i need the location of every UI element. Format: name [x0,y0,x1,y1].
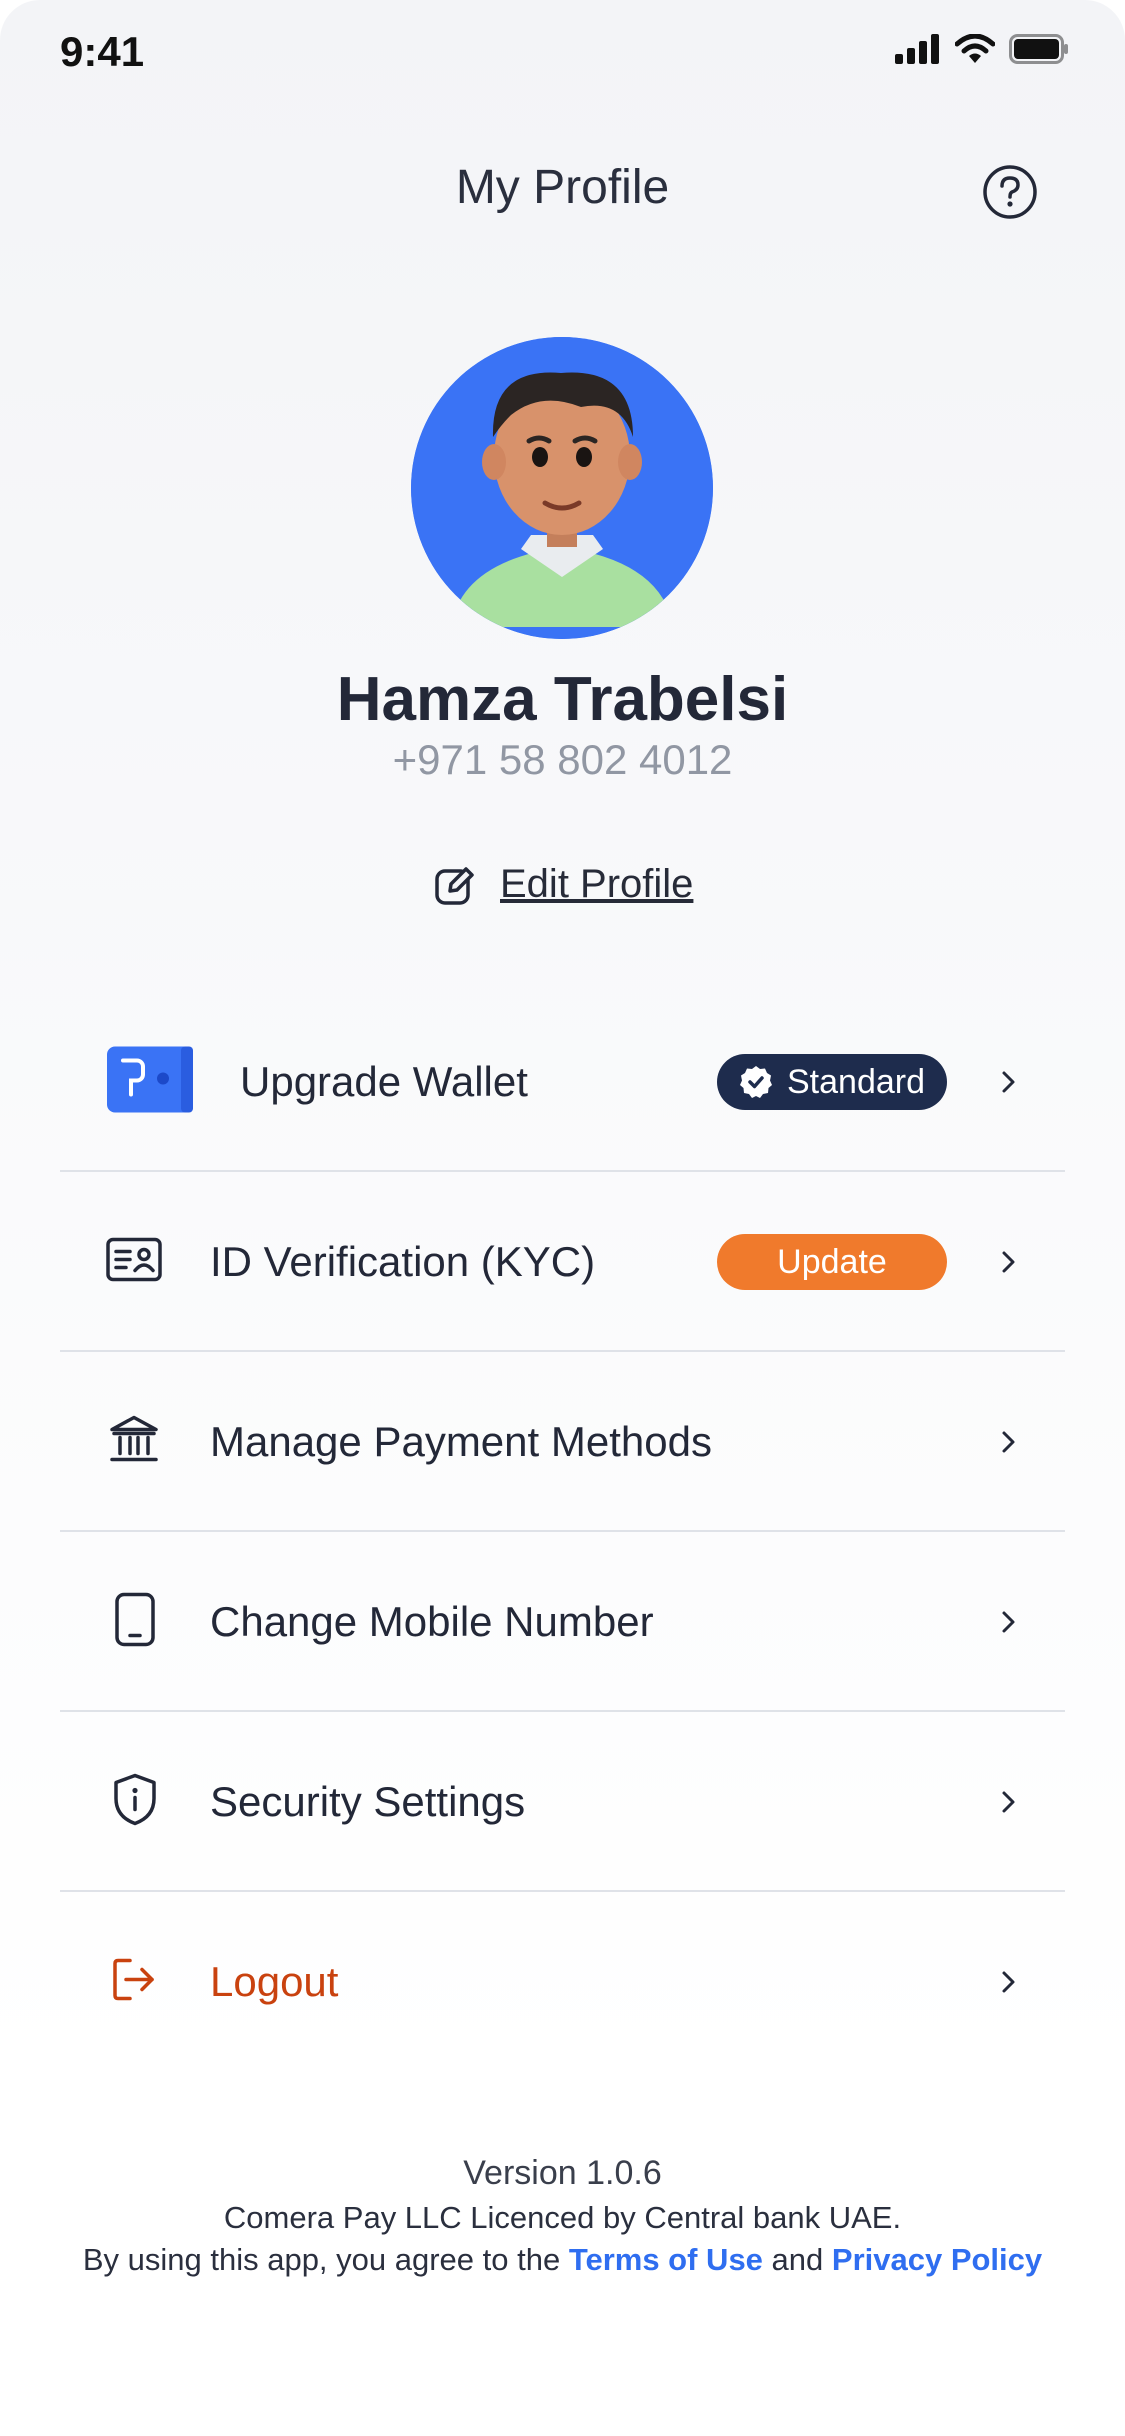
status-icons [895,34,1069,64]
agree-prefix: By using this app, you agree to the [82,2242,569,2277]
menu-item-label: Change Mobile Number [210,1598,654,1645]
menu-item-id-verification[interactable]: ID Verification (KYC) Update [60,1172,1065,1352]
menu-item-label: Logout [210,1958,339,2005]
avatar-illustration [411,337,713,639]
menu-item-upgrade-wallet[interactable]: Upgrade Wallet Standard [60,992,1065,1172]
avatar [411,337,713,639]
menu-item-label: Security Settings [210,1778,526,1825]
edit-icon [435,866,474,905]
status-time: 9:41 [60,28,145,75]
id-card-icon [106,1237,162,1287]
edit-profile-button[interactable]: Edit Profile [434,862,693,907]
and-text: and [762,2242,832,2277]
shield-info-icon [112,1773,158,1832]
menu-item-label: Manage Payment Methods [210,1418,712,1465]
profile-phone: +971 58 802 4012 [392,736,733,783]
badge-label: Update [777,1242,887,1281]
wallet-tier-badge: Standard [717,1054,947,1110]
verified-check-icon [740,1066,772,1098]
status-bar: 9:41 [0,0,1125,110]
badge-label: Standard [787,1062,925,1101]
chevron-right-icon [1002,1971,1015,1993]
terms-of-use-link[interactable]: Terms of Use [569,2242,763,2277]
help-button[interactable] [982,164,1038,220]
terms-agreement: By using this app, you agree to the Term… [0,2242,1125,2278]
chevron-right-icon [1002,1611,1015,1633]
kyc-status-badge: Update [717,1234,947,1290]
chevron-right-icon [1002,1431,1015,1453]
profile-screen: 9:41 My Profile Hamza Trabelsi +971 58 8… [0,0,1125,2436]
chevron-right-icon [1002,1071,1015,1093]
menu-item-change-mobile[interactable]: Change Mobile Number [60,1532,1065,1712]
cellular-signal-icon [895,34,939,64]
menu-item-label: ID Verification (KYC) [210,1238,596,1285]
menu-item-security-settings[interactable]: Security Settings [60,1712,1065,1892]
page-title: My Profile [455,161,670,214]
wifi-icon [955,34,995,63]
chevron-right-icon [1002,1791,1015,1813]
chevron-right-icon [1002,1251,1015,1273]
battery-icon [1009,34,1068,64]
logout-icon [112,1957,156,2008]
wallet-icon [107,1046,193,1118]
help-circle-icon [983,165,1037,219]
menu-item-payment-methods[interactable]: Manage Payment Methods [60,1352,1065,1532]
menu-item-label: Upgrade Wallet [240,1058,528,1105]
bank-icon [108,1414,160,1471]
privacy-policy-link[interactable]: Privacy Policy [832,2242,1042,2277]
mobile-phone-icon [115,1592,155,1652]
edit-profile-label: Edit Profile [500,862,694,906]
licence-text: Comera Pay LLC Licenced by Central bank … [223,2200,902,2235]
menu-item-logout[interactable]: Logout [60,1892,1065,2072]
profile-name: Hamza Trabelsi [336,665,789,734]
app-version: Version 1.0.6 [463,2154,662,2192]
